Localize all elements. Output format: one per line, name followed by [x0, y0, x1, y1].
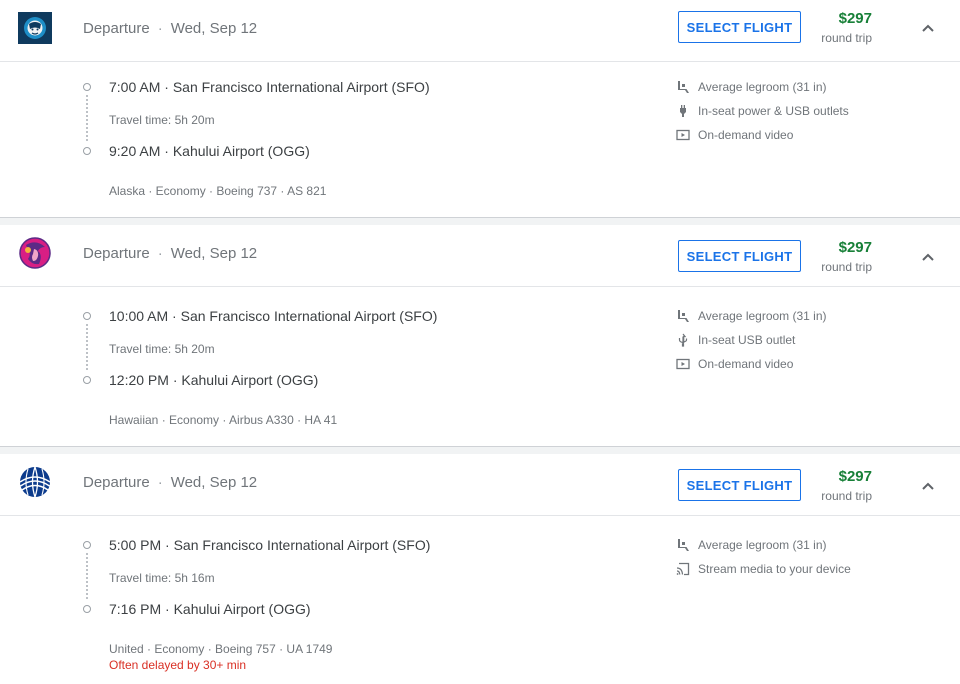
departure-label: Departure	[83, 474, 150, 491]
flight-meta: United · Economy · Boeing 757 · UA 1749	[109, 642, 333, 656]
legroom-icon	[678, 81, 689, 93]
arrival-time: 7:16 PM	[109, 601, 162, 617]
power-plug-icon	[680, 105, 686, 117]
flight-card: Departure · Wed, Sep 12 SELECT FLIGHT $297…	[0, 454, 960, 684]
flight-card: Departure · Wed, Sep 12 SELECT FLIGHT $297…	[0, 0, 960, 217]
arrival-row: 9:20 AM · Kahului Airport (OGG)	[109, 143, 310, 159]
video-icon	[676, 129, 690, 141]
amenity-legroom: Average legroom (31 in)	[676, 80, 827, 94]
price: $297	[838, 239, 872, 256]
separator: ·	[164, 79, 169, 95]
select-flight-button[interactable]: SELECT FLIGHT	[678, 469, 801, 501]
legroom-icon	[678, 539, 689, 551]
chevron-up-icon[interactable]	[918, 247, 938, 267]
separator: ·	[157, 245, 163, 262]
departure-circle-icon	[83, 541, 91, 549]
arrival-circle-icon	[83, 376, 91, 384]
united-airlines-logo	[18, 466, 52, 498]
amenity-text: Average legroom (31 in)	[698, 80, 827, 94]
flight-header[interactable]: Departure · Wed, Sep 12 SELECT FLIGHT $297…	[0, 225, 960, 287]
legroom-icon	[678, 310, 689, 322]
departure-label: Departure	[83, 245, 150, 262]
flight-card: Departure · Wed, Sep 12 SELECT FLIGHT $297…	[0, 225, 960, 446]
amenity-text: In-seat power & USB outlets	[698, 104, 849, 118]
amenity-streaming: Stream media to your device	[676, 562, 851, 576]
arrival-airport: Kahului Airport (OGG)	[172, 143, 310, 159]
separator: ·	[157, 20, 163, 37]
chevron-up-icon[interactable]	[918, 18, 938, 38]
departure-summary: Departure · Wed, Sep 12	[83, 245, 257, 262]
departure-row: 7:00 AM · San Francisco International Ai…	[109, 79, 430, 95]
amenity-text: On-demand video	[698, 357, 794, 371]
separator: ·	[172, 308, 177, 324]
travel-time: Travel time: 5h 16m	[109, 571, 215, 585]
amenity-legroom: Average legroom (31 in)	[676, 309, 827, 323]
departure-label: Departure	[83, 20, 150, 37]
price-note: round trip	[821, 489, 872, 503]
amenity-text: Stream media to your device	[698, 562, 851, 576]
timeline-connector	[86, 95, 90, 141]
amenity-usb: In-seat USB outlet	[676, 333, 795, 347]
departure-row: 5:00 PM · San Francisco International Ai…	[109, 537, 430, 553]
separator: ·	[165, 601, 170, 617]
travel-time: Travel time: 5h 20m	[109, 342, 215, 356]
departure-circle-icon	[83, 83, 91, 91]
flight-meta: Hawaiian · Economy · Airbus A330 · HA 41	[109, 413, 338, 427]
separator: ·	[165, 537, 170, 553]
amenity-power: In-seat power & USB outlets	[676, 104, 849, 118]
price: $297	[838, 10, 872, 27]
departure-date: Wed, Sep 12	[170, 20, 258, 37]
arrival-row: 12:20 PM · Kahului Airport (OGG)	[109, 372, 318, 388]
flight-meta: Alaska · Economy · Boeing 737 · AS 821	[109, 184, 327, 198]
flight-header[interactable]: Departure · Wed, Sep 12 SELECT FLIGHT $297…	[0, 0, 960, 62]
delay-warning: Often delayed by 30+ min	[109, 658, 247, 672]
departure-airport: San Francisco International Airport (SFO…	[173, 537, 431, 553]
separator: ·	[172, 372, 178, 388]
travel-time: Travel time: 5h 20m	[109, 113, 215, 127]
departure-row: 10:00 AM · San Francisco International A…	[109, 308, 437, 324]
hawaiian-airlines-logo	[19, 237, 51, 269]
amenity-text: On-demand video	[698, 128, 794, 142]
departure-circle-icon	[83, 312, 91, 320]
cast-icon	[676, 562, 690, 576]
separator: ·	[164, 143, 169, 159]
timeline-connector	[86, 553, 90, 599]
chevron-up-icon[interactable]	[918, 476, 938, 496]
amenity-text: Average legroom (31 in)	[698, 538, 827, 552]
select-flight-button[interactable]: SELECT FLIGHT	[678, 240, 801, 272]
amenity-legroom: Average legroom (31 in)	[676, 538, 827, 552]
select-flight-button[interactable]: SELECT FLIGHT	[678, 11, 801, 43]
departure-airport: San Francisco International Airport (SFO…	[172, 79, 430, 95]
departure-airport: San Francisco International Airport (SFO…	[180, 308, 438, 324]
arrival-airport: Kahului Airport (OGG)	[181, 372, 319, 388]
flight-header[interactable]: Departure · Wed, Sep 12 SELECT FLIGHT $297…	[0, 454, 960, 516]
video-icon	[676, 358, 690, 370]
departure-time: 7:00 AM	[109, 79, 161, 95]
price-note: round trip	[821, 260, 872, 274]
price-note: round trip	[821, 31, 872, 45]
arrival-time: 12:20 PM	[109, 372, 169, 388]
arrival-time: 9:20 AM	[109, 143, 161, 159]
price: $297	[838, 468, 872, 485]
separator: ·	[157, 474, 163, 491]
timeline-connector	[86, 324, 90, 370]
departure-date: Wed, Sep 12	[170, 474, 258, 491]
amenity-video: On-demand video	[676, 357, 793, 371]
departure-summary: Departure · Wed, Sep 12	[83, 20, 257, 37]
departure-summary: Departure · Wed, Sep 12	[83, 474, 257, 491]
amenity-video: On-demand video	[676, 128, 793, 142]
alaska-airlines-logo	[18, 12, 52, 44]
amenity-text: Average legroom (31 in)	[698, 309, 827, 323]
arrival-circle-icon	[83, 605, 91, 613]
arrival-row: 7:16 PM · Kahului Airport (OGG)	[109, 601, 311, 617]
usb-icon	[678, 333, 688, 347]
arrival-circle-icon	[83, 147, 91, 155]
departure-date: Wed, Sep 12	[170, 245, 258, 262]
departure-time: 10:00 AM	[109, 308, 169, 324]
arrival-airport: Kahului Airport (OGG)	[173, 601, 311, 617]
amenity-text: In-seat USB outlet	[698, 333, 796, 347]
departure-time: 5:00 PM	[109, 537, 162, 553]
